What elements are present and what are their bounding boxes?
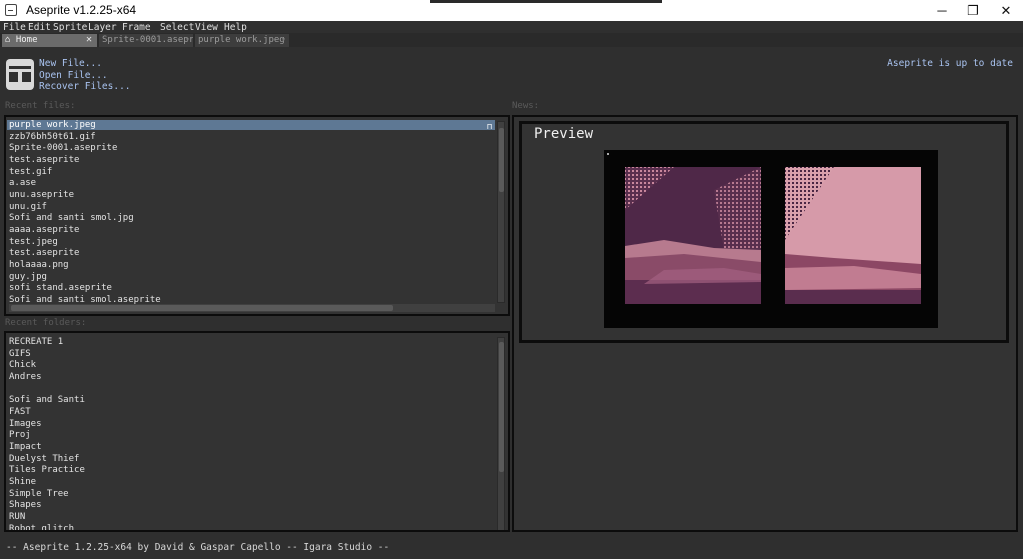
menu-frame[interactable]: Frame [122, 22, 151, 33]
recent-folders-label: Recent folders: [5, 318, 87, 328]
titlebar-sliver [430, 0, 662, 3]
recent-files-label: Recent files: [5, 101, 76, 111]
news-label: News: [512, 101, 540, 111]
tab-home[interactable]: ⌂ Home ✕ [2, 34, 97, 47]
restore-button[interactable]: ❐ [956, 0, 990, 21]
recent-folder-item[interactable]: Robot glitch [9, 524, 74, 530]
recent-file-item[interactable]: purple work.jpeg [7, 120, 495, 130]
recent-file-item[interactable]: test.gif [9, 167, 52, 177]
preview-left-art [625, 167, 761, 304]
home-icon: ⌂ [5, 35, 11, 45]
menu-select[interactable]: Select [160, 22, 194, 33]
minimize-button[interactable]: ─ [925, 0, 959, 21]
recent-files-list: purple work.jpeg ⊓ zzb76bh50t61.gif Spri… [4, 115, 510, 316]
logo-bar [9, 66, 31, 69]
recent-folder-item[interactable]: Simple Tree [9, 489, 69, 499]
new-file-link[interactable]: New File... [39, 58, 102, 69]
preview-image [604, 150, 938, 328]
tab-sprite-label: Sprite-0001.asepri [102, 35, 193, 45]
recent-folder-item[interactable]: RECREATE 1 [9, 337, 63, 347]
pin-icon[interactable]: ⊓ [487, 122, 492, 131]
recent-files-vscrollbar[interactable] [497, 121, 505, 303]
preview-card[interactable]: Preview [519, 121, 1009, 343]
recent-file-item[interactable]: unu.aseprite [9, 190, 74, 200]
recent-folder-item[interactable]: RUN [9, 512, 25, 522]
recent-folder-item[interactable]: Shine [9, 477, 36, 487]
close-window-button[interactable]: ✕ [989, 0, 1023, 21]
menu-layer[interactable]: Layer [88, 22, 117, 33]
menubar: File Edit Sprite Layer Frame Select View… [0, 21, 1023, 33]
recent-folder-item[interactable]: GIFS [9, 349, 31, 359]
aseprite-app-icon [5, 4, 17, 16]
recent-file-item[interactable]: test.aseprite [9, 155, 79, 165]
menu-view[interactable]: View [195, 22, 218, 33]
recent-file-item[interactable]: zzb76bh50t61.gif [9, 132, 96, 142]
update-status-link[interactable]: Aseprite is up to date [887, 58, 1013, 69]
tab-purple-label: purple work.jpeg [198, 35, 285, 45]
menu-help[interactable]: Help [224, 22, 247, 33]
tab-home-label: Home [15, 35, 38, 45]
tab-dropdown-icon[interactable]: ▾ [281, 34, 286, 46]
recent-file-item[interactable]: test.aseprite [9, 248, 79, 258]
recent-file-item[interactable]: test.jpeg [9, 237, 58, 247]
preview-artwork [625, 167, 921, 304]
recent-folder-item[interactable]: Andres [9, 372, 42, 382]
status-bar: -- Aseprite 1.2.25-x64 by David & Gaspar… [0, 537, 1023, 559]
recent-folder-item[interactable]: Sofi and Santi [9, 395, 85, 405]
recent-folder-item[interactable]: Impact [9, 442, 42, 452]
preview-title: Preview [534, 126, 594, 142]
recent-files-vscroll-thumb[interactable] [499, 128, 504, 192]
recent-folder-item[interactable]: Duelyst Thief [9, 454, 79, 464]
recent-folder-item[interactable]: Chick [9, 360, 36, 370]
recent-folder-item[interactable]: FAST [9, 407, 31, 417]
menu-edit[interactable]: Edit [28, 22, 51, 33]
menu-file[interactable]: File [3, 22, 26, 33]
recent-file-item[interactable]: aaaa.aseprite [9, 225, 79, 235]
recent-folders-list: RECREATE 1 GIFS Chick Andres Sofi and Sa… [4, 331, 510, 532]
recent-file-item[interactable]: unu.gif [9, 202, 47, 212]
recent-folder-item[interactable]: Proj [9, 430, 31, 440]
recent-folder-item[interactable]: Images [9, 419, 42, 429]
recent-file-item[interactable]: a.ase [9, 178, 36, 188]
preview-right-art [785, 167, 921, 304]
logo-eye-right [22, 72, 31, 82]
recent-file-item[interactable]: holaaaa.png [9, 260, 69, 270]
tab-sprite-0001[interactable]: Sprite-0001.asepri ▾ [99, 34, 193, 47]
recent-folders-vscrollbar[interactable] [497, 337, 505, 530]
recent-file-item[interactable]: Sofi and santi smol.jpg [9, 213, 134, 223]
tab-close-icon[interactable]: ✕ [86, 34, 92, 46]
tab-purple-work[interactable]: purple work.jpeg ▾ [195, 34, 289, 47]
recent-files-hscrollbar[interactable] [9, 304, 495, 312]
recent-folder-item[interactable]: Shapes [9, 500, 42, 510]
menu-sprite[interactable]: Sprite [53, 22, 87, 33]
recent-folder-item[interactable]: Tiles Practice [9, 465, 85, 475]
recent-file-item[interactable]: guy.jpg [9, 272, 47, 282]
recent-file-item[interactable]: Sprite-0001.aseprite [9, 143, 117, 153]
recent-file-item[interactable]: sofi stand.aseprite [9, 283, 112, 293]
recent-files-hscroll-thumb[interactable] [11, 305, 393, 311]
logo-eye-left [9, 72, 18, 82]
window-titlebar: Aseprite v1.2.25-x64 ─ ❐ ✕ [0, 0, 1023, 21]
tab-dropdown-icon[interactable]: ▾ [185, 34, 190, 46]
window-title: Aseprite v1.2.25-x64 [26, 3, 137, 17]
recover-files-link[interactable]: Recover Files... [39, 81, 131, 92]
status-text: -- Aseprite 1.2.25-x64 by David & Gaspar… [6, 542, 390, 553]
aseprite-logo [6, 59, 34, 90]
tab-bar: ⌂ Home ✕ Sprite-0001.asepri ▾ purple wor… [0, 33, 1023, 47]
recent-folders-vscroll-thumb[interactable] [499, 342, 504, 472]
open-file-link[interactable]: Open File... [39, 70, 108, 81]
